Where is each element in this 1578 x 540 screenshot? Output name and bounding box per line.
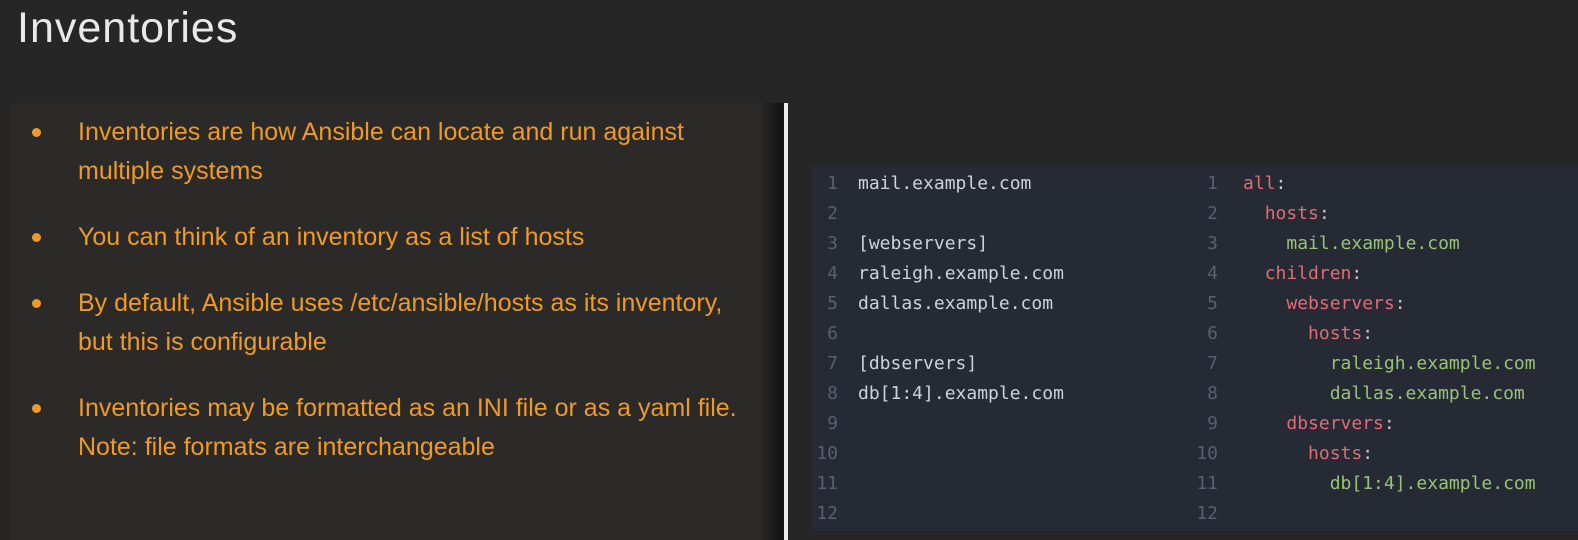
code-text bbox=[1218, 499, 1243, 529]
code-text bbox=[838, 409, 858, 439]
code-line: 2 bbox=[812, 199, 1190, 229]
code-text bbox=[838, 199, 858, 229]
code-line: 10 hosts: bbox=[1190, 439, 1578, 469]
line-number: 3 bbox=[812, 229, 838, 259]
ini-editor-pane: 1mail.example.com23[webservers]4raleigh.… bbox=[812, 166, 1190, 531]
code-text bbox=[838, 319, 858, 349]
code-line: 11 db[1:4].example.com bbox=[1190, 469, 1578, 499]
page-title: Inventories bbox=[17, 4, 238, 53]
code-text: raleigh.example.com bbox=[838, 259, 1064, 289]
line-number: 2 bbox=[812, 199, 838, 229]
line-number: 12 bbox=[1190, 499, 1218, 529]
bullet-item: Inventories may be formatted as an INI f… bbox=[10, 389, 762, 467]
code-text: db[1:4].example.com bbox=[1218, 469, 1536, 499]
bullet-dot-icon bbox=[32, 404, 41, 413]
line-number: 6 bbox=[812, 319, 838, 349]
line-number: 8 bbox=[1190, 379, 1218, 409]
code-line: 7 raleigh.example.com bbox=[1190, 349, 1578, 379]
code-editor-panel: 1mail.example.com23[webservers]4raleigh.… bbox=[812, 166, 1578, 531]
bullet-text: Inventories may be formatted as an INI f… bbox=[78, 389, 738, 467]
line-number: 4 bbox=[1190, 259, 1218, 289]
code-text bbox=[838, 499, 858, 529]
code-line: 5dallas.example.com bbox=[812, 289, 1190, 319]
line-number: 9 bbox=[812, 409, 838, 439]
code-text: all: bbox=[1218, 169, 1286, 199]
code-line: 4raleigh.example.com bbox=[812, 259, 1190, 289]
line-number: 9 bbox=[1190, 409, 1218, 439]
line-number: 7 bbox=[812, 349, 838, 379]
divider-line bbox=[784, 103, 788, 540]
code-line: 1all: bbox=[1190, 169, 1578, 199]
bullet-text: By default, Ansible uses /etc/ansible/ho… bbox=[78, 284, 738, 362]
line-number: 12 bbox=[812, 499, 838, 529]
line-number: 10 bbox=[812, 439, 838, 469]
line-number: 3 bbox=[1190, 229, 1218, 259]
code-text: mail.example.com bbox=[1218, 229, 1460, 259]
line-number: 5 bbox=[1190, 289, 1218, 319]
code-line: 9 bbox=[812, 409, 1190, 439]
code-text: [webservers] bbox=[838, 229, 988, 259]
bullet-item: You can think of an inventory as a list … bbox=[10, 218, 762, 257]
bullet-item: Inventories are how Ansible can locate a… bbox=[10, 113, 762, 191]
code-line: 11 bbox=[812, 469, 1190, 499]
code-text: raleigh.example.com bbox=[1218, 349, 1536, 379]
code-text: dallas.example.com bbox=[1218, 379, 1525, 409]
line-number: 7 bbox=[1190, 349, 1218, 379]
code-text bbox=[838, 469, 858, 499]
line-number: 6 bbox=[1190, 319, 1218, 349]
code-text: [dbservers] bbox=[838, 349, 977, 379]
code-line: 2 hosts: bbox=[1190, 199, 1578, 229]
code-text: hosts: bbox=[1218, 439, 1373, 469]
code-line: 4 children: bbox=[1190, 259, 1578, 289]
code-line: 1mail.example.com bbox=[812, 169, 1190, 199]
code-text: hosts: bbox=[1218, 199, 1330, 229]
code-line: 12 bbox=[812, 499, 1190, 529]
code-text: children: bbox=[1218, 259, 1362, 289]
code-line: 12 bbox=[1190, 499, 1578, 529]
code-line: 5 webservers: bbox=[1190, 289, 1578, 319]
line-number: 11 bbox=[812, 469, 838, 499]
line-number: 2 bbox=[1190, 199, 1218, 229]
code-line: 10 bbox=[812, 439, 1190, 469]
bullet-dot-icon bbox=[32, 299, 41, 308]
code-text: dbservers: bbox=[1218, 409, 1395, 439]
bullet-text: Inventories are how Ansible can locate a… bbox=[78, 113, 738, 191]
code-line: 8 dallas.example.com bbox=[1190, 379, 1578, 409]
bullet-dot-icon bbox=[32, 128, 41, 137]
bullet-text: You can think of an inventory as a list … bbox=[78, 218, 738, 257]
code-line: 9 dbservers: bbox=[1190, 409, 1578, 439]
code-line: 8db[1:4].example.com bbox=[812, 379, 1190, 409]
code-line: 6 hosts: bbox=[1190, 319, 1578, 349]
code-text: hosts: bbox=[1218, 319, 1373, 349]
line-number: 5 bbox=[812, 289, 838, 319]
code-text: webservers: bbox=[1218, 289, 1406, 319]
divider-shadow bbox=[762, 103, 784, 540]
code-text bbox=[838, 439, 858, 469]
line-number: 10 bbox=[1190, 439, 1218, 469]
line-number: 1 bbox=[1190, 169, 1218, 199]
bullet-item: By default, Ansible uses /etc/ansible/ho… bbox=[10, 284, 762, 362]
bullet-panel: Inventories are how Ansible can locate a… bbox=[10, 103, 762, 540]
bullet-dot-icon bbox=[32, 233, 41, 242]
bullet-list: Inventories are how Ansible can locate a… bbox=[10, 103, 762, 467]
line-number: 11 bbox=[1190, 469, 1218, 499]
code-line: 7[dbservers] bbox=[812, 349, 1190, 379]
code-text: mail.example.com bbox=[838, 169, 1031, 199]
line-number: 8 bbox=[812, 379, 838, 409]
code-text: db[1:4].example.com bbox=[838, 379, 1064, 409]
code-line: 6 bbox=[812, 319, 1190, 349]
line-number: 4 bbox=[812, 259, 838, 289]
yaml-editor-pane: 1all:2 hosts:3 mail.example.com4 childre… bbox=[1190, 166, 1578, 531]
code-line: 3 mail.example.com bbox=[1190, 229, 1578, 259]
code-text: dallas.example.com bbox=[838, 289, 1053, 319]
line-number: 1 bbox=[812, 169, 838, 199]
code-line: 3[webservers] bbox=[812, 229, 1190, 259]
